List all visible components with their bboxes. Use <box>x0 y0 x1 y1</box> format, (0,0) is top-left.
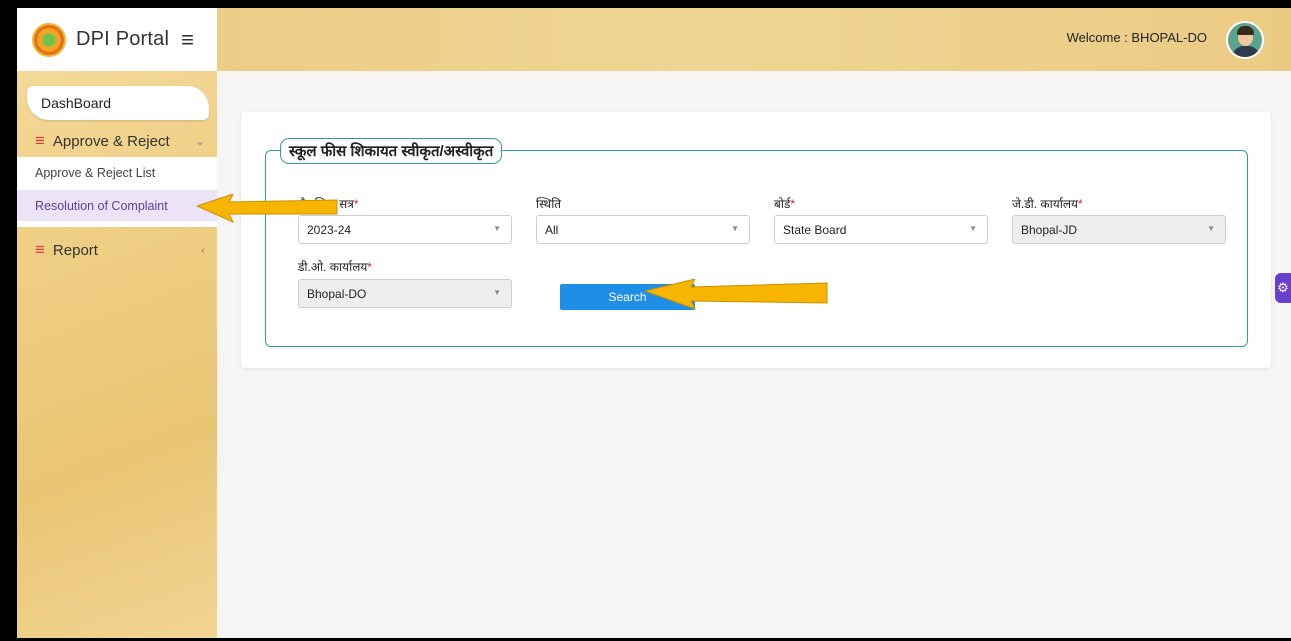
list-menu-icon: ≡ <box>35 131 45 150</box>
do-office-select[interactable]: Bhopal-DO ▼ <box>298 279 512 308</box>
report-label: Report <box>52 241 98 259</box>
settings-gear-icon[interactable]: ⚙ <box>1275 273 1291 303</box>
dropdown-arrow-icon: ▼ <box>493 288 501 297</box>
dashboard-label: DashBoard <box>41 95 112 111</box>
sidebar-item-resolution-of-complaint[interactable]: Resolution of Complaint <box>17 190 217 221</box>
sidebar: DPI Portal ≡ DashBoard ≡ Approve & Rejec… <box>17 8 217 638</box>
sidebar-item-dashboard[interactable]: DashBoard <box>27 86 209 120</box>
list-menu-icon: ≡ <box>35 240 45 259</box>
do-office-label: डी.ओ. कार्यालय* <box>298 260 372 274</box>
dropdown-arrow-icon: ▼ <box>731 224 739 233</box>
brand-title: DPI Portal <box>76 28 170 50</box>
annotation-arrow-search <box>645 279 828 310</box>
dropdown-arrow-icon: ▼ <box>1207 224 1215 233</box>
sidebar-item-report[interactable]: ≡ Report ‹ <box>17 235 217 265</box>
jd-office-select[interactable]: Bhopal-JD ▼ <box>1012 215 1226 244</box>
form-legend: स्कूल फीस शिकायत स्वीकृत/अस्वीकृत <box>280 138 503 164</box>
chevron-down-icon: ⌄ <box>194 134 205 148</box>
board-select[interactable]: State Board ▼ <box>774 215 988 244</box>
user-avatar[interactable] <box>1226 21 1264 59</box>
dropdown-arrow-icon: ▼ <box>493 224 501 233</box>
board-label: बोर्ड* <box>774 197 796 211</box>
app-window: DPI Portal ≡ DashBoard ≡ Approve & Rejec… <box>17 8 1291 638</box>
dropdown-arrow-icon: ▼ <box>969 224 977 233</box>
jd-office-label: जे.डी. कार्यालय* <box>1012 197 1083 211</box>
complaint-form-card: स्कूल फीस शिकायत स्वीकृत/अस्वीकृत शैक्षण… <box>241 112 1271 368</box>
status-select[interactable]: All ▼ <box>536 215 750 244</box>
annotation-arrow-sidebar <box>197 194 338 224</box>
top-header: Welcome : BHOPAL-DO <box>217 8 1291 71</box>
approve-reject-list-label: Approve & Reject List <box>35 165 156 180</box>
sidebar-item-approve-reject[interactable]: ≡ Approve & Reject ⌄ <box>17 126 217 156</box>
approve-reject-label: Approve & Reject <box>52 132 170 150</box>
complaint-fieldset: स्कूल फीस शिकायत स्वीकृत/अस्वीकृत शैक्षण… <box>265 138 1248 347</box>
chevron-left-icon: ‹ <box>201 243 205 257</box>
logo-icon <box>32 22 66 57</box>
status-label: स्थिति <box>536 197 562 211</box>
sidebar-item-approve-reject-list[interactable]: Approve & Reject List <box>17 157 217 188</box>
brand-header: DPI Portal ≡ <box>17 8 217 71</box>
hamburger-menu-icon[interactable]: ≡ <box>181 27 194 53</box>
resolution-of-complaint-label: Resolution of Complaint <box>35 198 168 213</box>
approve-reject-submenu: Approve & Reject List Resolution of Comp… <box>17 157 217 227</box>
welcome-text: Welcome : BHOPAL-DO <box>1066 30 1207 45</box>
